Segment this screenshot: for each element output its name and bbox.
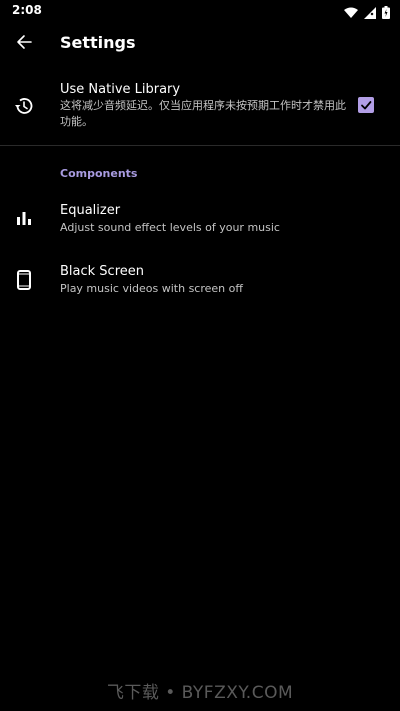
pref-equalizer[interactable]: Equalizer Adjust sound effect levels of … [0, 196, 400, 244]
status-icons [344, 4, 390, 23]
native-library-checkbox[interactable] [358, 97, 374, 113]
pref-summary: Adjust sound effect levels of your music [60, 221, 280, 234]
pref-title: Equalizer [60, 203, 121, 218]
signal-icon [364, 4, 376, 23]
equalizer-icon [14, 208, 34, 228]
back-button[interactable] [10, 30, 38, 58]
status-bar: 2:08 [0, 0, 400, 22]
pref-summary: Play music videos with screen off [60, 282, 243, 295]
phone-icon [14, 270, 34, 290]
history-icon [14, 96, 34, 116]
battery-icon [382, 4, 390, 23]
pref-title: Use Native Library [60, 82, 181, 97]
app-bar: Settings [0, 22, 400, 66]
page-title: Settings [60, 33, 136, 52]
pref-black-screen[interactable]: Black Screen Play music videos with scre… [0, 258, 400, 306]
arrow-back-icon [16, 34, 32, 54]
pref-native-library[interactable]: Use Native Library 这将减少音频延迟。仅当应用程序未按预期工作… [0, 76, 400, 144]
status-time: 2:08 [12, 3, 42, 17]
pref-title: Black Screen [60, 264, 144, 279]
check-icon [360, 96, 372, 115]
pref-summary: 这将减少音频延迟。仅当应用程序未按预期工作时才禁用此功能。 [60, 99, 346, 128]
category-header: Components [60, 167, 138, 180]
watermark: 飞下载 • BYFZXY.COM [106, 683, 294, 703]
divider [0, 145, 400, 146]
wifi-icon [344, 4, 358, 23]
